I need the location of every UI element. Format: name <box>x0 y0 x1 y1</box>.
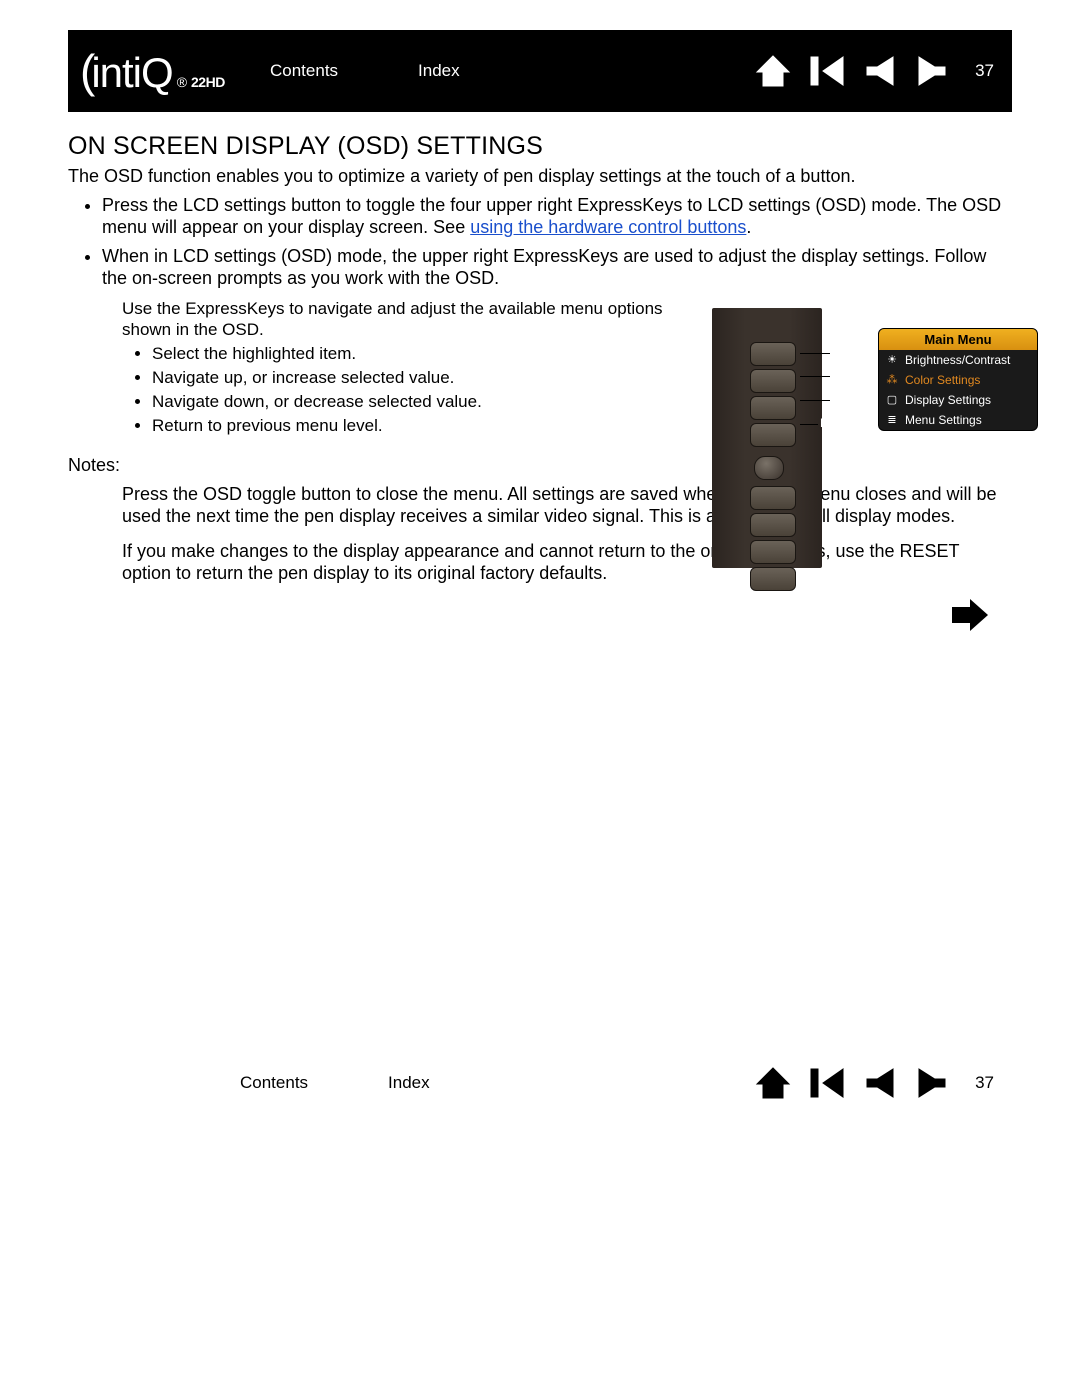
continue-arrow-icon[interactable] <box>950 597 990 633</box>
home-icon[interactable] <box>755 1066 791 1100</box>
up-icon: ∧ <box>832 366 842 383</box>
list-item: Select the highlighted item. <box>152 344 672 364</box>
hardware-buttons-link[interactable]: using the hardware control buttons <box>470 217 746 237</box>
display-icon: ▢ <box>885 393 899 407</box>
intro-paragraph: The OSD function enables you to optimize… <box>68 165 1012 188</box>
osd-menu-item: ⁂ Color Settings <box>879 370 1037 390</box>
expresskey-button <box>750 396 796 420</box>
play-icon: ▶ <box>832 343 843 360</box>
main-bullet-list: Press the LCD settings button to toggle … <box>68 194 1012 290</box>
osd-menu-item: ☀ Brightness/Contrast <box>879 350 1037 370</box>
expresskey-button <box>750 567 796 591</box>
footer-bar: Contents Index 37 <box>68 1053 1012 1113</box>
index-link[interactable]: Index <box>418 61 460 81</box>
prev-page-icon[interactable] <box>865 1067 897 1099</box>
notes-section: Press the OSD toggle button to close the… <box>68 483 1012 585</box>
note-paragraph: If you make changes to the display appea… <box>122 540 1012 585</box>
next-page-icon[interactable] <box>915 1067 947 1099</box>
index-link-bottom[interactable]: Index <box>388 1073 430 1093</box>
menu-icon: ≣ <box>885 413 899 427</box>
callout-line <box>800 400 830 401</box>
callout-line <box>800 376 830 377</box>
next-page-icon[interactable] <box>915 55 947 87</box>
touch-ring-button <box>754 456 784 480</box>
list-item: Return to previous menu level. <box>152 416 672 436</box>
callout-line <box>800 424 818 425</box>
home-icon[interactable] <box>755 54 791 88</box>
contents-link-bottom[interactable]: Contents <box>240 1073 308 1093</box>
product-logo: (intiQ® 22HD <box>80 44 240 98</box>
brightness-icon: ☀ <box>885 353 899 367</box>
contents-link[interactable]: Contents <box>270 61 338 81</box>
expresskey-button <box>750 342 796 366</box>
header-nav-icons: 37 <box>755 54 994 88</box>
expresskey-button <box>750 486 796 510</box>
expresskey-group-bottom <box>750 486 796 594</box>
osd-menu-panel: Main Menu ☀ Brightness/Contrast ⁂ Color … <box>878 328 1038 431</box>
note-paragraph: Press the OSD toggle button to close the… <box>122 483 1012 528</box>
osd-menu-item: ≣ Menu Settings <box>879 410 1037 430</box>
notes-label: Notes: <box>68 454 1012 477</box>
expresskey-group-top <box>750 342 796 450</box>
first-page-icon[interactable] <box>809 1067 847 1099</box>
first-page-icon[interactable] <box>809 55 847 87</box>
expresskey-button <box>750 369 796 393</box>
header-bar: (intiQ® 22HD Contents Index 37 <box>68 30 1012 112</box>
footer-nav-icons: 37 <box>755 1066 994 1100</box>
prev-page-icon[interactable] <box>865 55 897 87</box>
section-heading: ON SCREEN DISPLAY (OSD) SETTINGS <box>68 132 1012 161</box>
bullet-item: When in LCD settings (OSD) mode, the upp… <box>102 245 1012 290</box>
page-number-bottom: 37 <box>975 1073 994 1093</box>
callout-line <box>800 353 830 354</box>
expresskey-button <box>750 513 796 537</box>
osd-menu-title: Main Menu <box>879 329 1037 350</box>
return-label: Return <box>820 416 856 430</box>
expresskey-button <box>750 540 796 564</box>
list-item: Navigate down, or decrease selected valu… <box>152 392 672 412</box>
expresskeys-list: Select the highlighted item. Navigate up… <box>122 344 672 436</box>
expresskeys-intro: Use the ExpressKeys to navigate and adju… <box>122 298 672 341</box>
expresskey-button <box>750 423 796 447</box>
down-icon: ∨ <box>832 391 842 408</box>
color-icon: ⁂ <box>885 373 899 387</box>
page-number-top: 37 <box>975 61 994 81</box>
list-item: Navigate up, or increase selected value. <box>152 368 672 388</box>
bullet-item: Press the LCD settings button to toggle … <box>102 194 1012 239</box>
osd-menu-item: ▢ Display Settings <box>879 390 1037 410</box>
